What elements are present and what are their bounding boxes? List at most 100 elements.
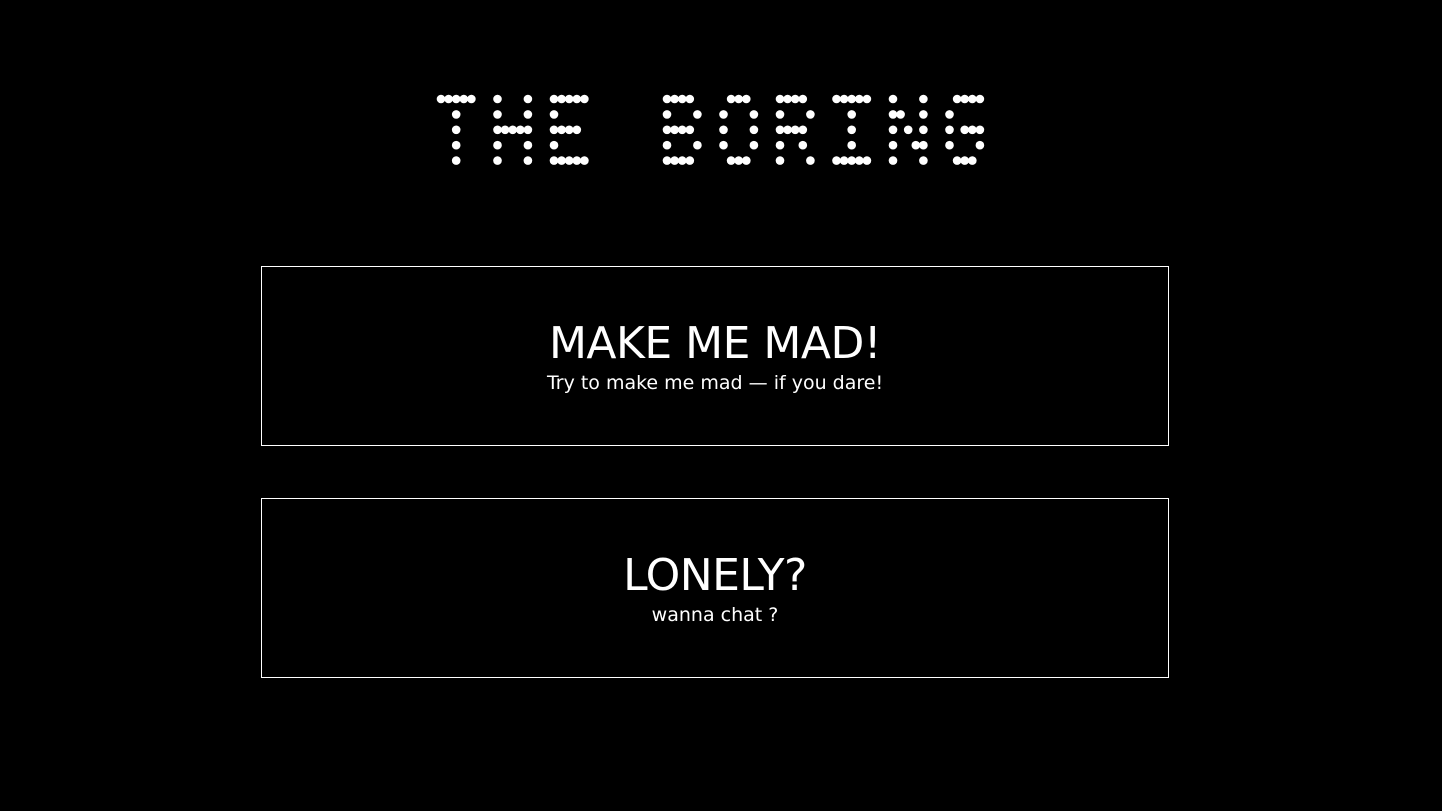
logo-dot: [662, 94, 672, 104]
logo-dot: [896, 110, 905, 119]
logo-dot: [775, 110, 785, 119]
logo-dot: [919, 110, 928, 119]
logo-dot: [952, 156, 962, 165]
logo-dot: [677, 94, 687, 104]
logo-dot: [847, 140, 856, 150]
dot-matrix-logo: [436, 94, 985, 165]
logo-dot: [523, 156, 533, 165]
logo-dot: [493, 140, 502, 150]
logo-dot: [847, 156, 856, 165]
logo-dot: [523, 140, 533, 150]
logo-dot: [847, 125, 856, 135]
logo-dot: [580, 156, 589, 165]
logo-dot: [726, 94, 736, 104]
logo-dot: [968, 94, 977, 104]
logo-dot: [662, 125, 672, 135]
logo-dot: [500, 125, 510, 135]
logo-dot: [790, 125, 800, 135]
logo-dot: [549, 156, 559, 165]
logo-dot: [839, 94, 849, 104]
logo-dot: [945, 140, 954, 150]
logo-dot: [952, 94, 962, 104]
logo-dot: [719, 110, 728, 119]
logo-dot: [564, 94, 574, 104]
logo-dot: [806, 110, 815, 119]
logo-dot: [685, 94, 695, 104]
logo-dot: [516, 125, 525, 135]
card-subtitle-make-me-mad: Try to make me mad — if you dare!: [546, 372, 884, 394]
logo-dot: [855, 156, 864, 165]
card-title-lonely: LONELY?: [623, 550, 807, 601]
logo-dot: [451, 110, 461, 119]
logo-dot: [806, 156, 815, 165]
logo-dot: [523, 125, 533, 135]
logo-dot: [549, 110, 559, 119]
logo-dot: [798, 94, 808, 104]
logo-dot: [847, 94, 856, 104]
logo-dot: [557, 94, 566, 104]
logo-dot: [662, 156, 672, 165]
logo-dot: [742, 156, 751, 165]
logo-dot: [572, 125, 582, 135]
logo-dot: [888, 125, 898, 135]
logo-dot: [775, 156, 785, 165]
logo-dot: [839, 156, 849, 165]
logo-dot: [945, 110, 954, 119]
logo-dot: [734, 94, 743, 104]
logo-dot: [960, 125, 969, 135]
logo-dot: [685, 125, 695, 135]
logo-dot: [832, 94, 841, 104]
logo-dot: [693, 140, 702, 150]
logo-dot: [855, 94, 864, 104]
logo-dot: [508, 125, 517, 135]
logo-dot: [862, 156, 872, 165]
logo-dot: [677, 156, 687, 165]
logo-dot: [749, 110, 759, 119]
logo-dot: [451, 94, 461, 104]
logo-dot: [670, 94, 679, 104]
logo-dot: [564, 156, 574, 165]
logo-dot: [451, 156, 461, 165]
logo-dot: [975, 94, 985, 104]
logo-dot: [549, 140, 559, 150]
make-me-mad-card[interactable]: MAKE ME MAD! Try to make me mad — if you…: [261, 266, 1169, 446]
logo-dot: [749, 140, 759, 150]
logo-dot: [968, 125, 977, 135]
logo-dot: [459, 94, 469, 104]
card-subtitle-lonely: wanna chat ?: [651, 604, 779, 626]
logo-dot: [847, 110, 856, 119]
site-logo: THE BORING: [0, 0, 1442, 220]
logo-dot: [670, 125, 679, 135]
logo-dot: [903, 125, 913, 135]
logo-dot: [975, 125, 985, 135]
logo-dot: [726, 156, 736, 165]
logo-dot: [790, 94, 800, 104]
logo-dot: [862, 94, 872, 104]
logo-dot: [832, 156, 841, 165]
logo-dot: [685, 156, 695, 165]
logo-dot: [662, 110, 672, 119]
logo-dot: [549, 94, 559, 104]
logo-dot: [945, 125, 954, 135]
logo-dot: [734, 156, 743, 165]
logo-dot: [444, 94, 453, 104]
logo-dot: [798, 140, 808, 150]
logo-dot: [888, 156, 898, 165]
logo-dot: [919, 125, 928, 135]
lonely-card[interactable]: LONELY? wanna chat ?: [261, 498, 1169, 678]
logo-dot: [919, 94, 928, 104]
card-title-make-me-mad: MAKE ME MAD!: [548, 318, 882, 369]
logo-dot: [467, 94, 476, 104]
logo-dot: [783, 125, 792, 135]
logo-dot: [677, 125, 687, 135]
logo-dot: [742, 94, 751, 104]
logo-dot: [888, 140, 898, 150]
logo-dot: [693, 110, 702, 119]
logo-dot: [572, 94, 582, 104]
logo-dot: [557, 125, 566, 135]
logo-dot: [572, 156, 582, 165]
logo-dot: [783, 94, 792, 104]
logo-dot: [493, 94, 502, 104]
logo-dot: [775, 140, 785, 150]
logo-dot: [557, 156, 566, 165]
